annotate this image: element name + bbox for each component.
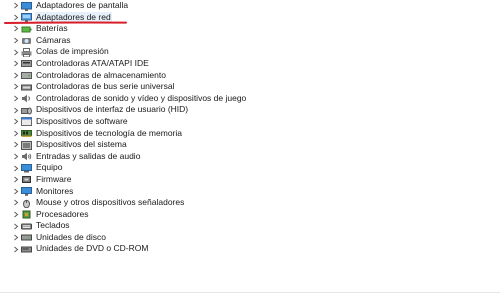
- device-category-row[interactable]: Firmware: [0, 174, 500, 186]
- device-category-label: Teclados: [36, 220, 70, 231]
- chevron-right-icon[interactable]: [12, 243, 20, 255]
- chevron-right-icon[interactable]: [12, 209, 20, 221]
- chevron-right-icon[interactable]: [12, 162, 20, 174]
- device-category-row[interactable]: Cámaras: [0, 35, 500, 47]
- chevron-right-icon[interactable]: [12, 186, 20, 198]
- chevron-right-icon[interactable]: [12, 35, 20, 47]
- device-category-label: Equipo: [36, 162, 63, 173]
- chevron-right-icon[interactable]: [12, 128, 20, 140]
- device-category-row[interactable]: Unidades de DVD o CD-ROM: [0, 243, 500, 255]
- chevron-right-icon[interactable]: [12, 220, 20, 232]
- device-category-label: Baterías: [36, 23, 68, 34]
- device-category-label: Dispositivos de tecnología de memoria: [36, 127, 182, 138]
- device-category-row[interactable]: Equipo: [0, 162, 500, 174]
- device-category-row[interactable]: Baterías: [0, 23, 500, 35]
- device-category-row[interactable]: Controladoras de almacenamiento: [0, 70, 500, 82]
- mouse-icon: [21, 199, 32, 208]
- keyboard-icon: [21, 222, 32, 231]
- device-category-row[interactable]: Mouse y otros dispositivos señaladores: [0, 197, 500, 209]
- hid-icon: [21, 106, 32, 115]
- chevron-right-icon[interactable]: [12, 174, 20, 186]
- device-category-label: Cámaras: [36, 34, 71, 45]
- device-category-row[interactable]: Monitores: [0, 186, 500, 198]
- software-device-icon: [21, 117, 32, 127]
- chevron-right-icon[interactable]: [12, 197, 20, 209]
- chevron-right-icon[interactable]: [12, 23, 20, 35]
- device-category-row[interactable]: Dispositivos de interfaz de usuario (HID…: [0, 104, 500, 116]
- chevron-right-icon[interactable]: [12, 93, 20, 105]
- device-category-row[interactable]: Unidades de disco: [0, 232, 500, 244]
- device-category-label: Mouse y otros dispositivos señaladores: [36, 197, 185, 208]
- device-category-label: Unidades de disco: [36, 231, 106, 242]
- chevron-right-icon[interactable]: [12, 139, 20, 151]
- device-category-row[interactable]: Dispositivos de software: [0, 116, 500, 128]
- device-tree: Adaptadores de pantalla Adaptadores de re…: [0, 0, 500, 293]
- device-category-row[interactable]: Dispositivos de tecnología de memoria: [0, 128, 500, 140]
- chevron-right-icon[interactable]: [12, 70, 20, 82]
- device-category-label: Controladoras ATA/ATAPI IDE: [36, 57, 149, 68]
- device-category-label: Controladoras de sonido y vídeo y dispos…: [36, 92, 247, 103]
- device-category-label: Firmware: [36, 173, 72, 184]
- device-category-label: Unidades de DVD o CD-ROM: [36, 243, 149, 254]
- monitor-icon: [21, 187, 32, 196]
- device-tree-rows: Adaptadores de pantalla Adaptadores de re…: [0, 0, 500, 255]
- device-category-label: Procesadores: [36, 208, 89, 219]
- device-category-label: Adaptadores de pantalla: [36, 0, 129, 10]
- device-category-row[interactable]: Controladoras de bus serie universal: [0, 81, 500, 93]
- storage-controller-icon: [21, 71, 32, 80]
- chevron-right-icon[interactable]: [12, 116, 20, 128]
- device-category-row[interactable]: Teclados: [0, 220, 500, 232]
- device-category-label: Entradas y salidas de audio: [36, 150, 141, 161]
- device-category-row[interactable]: Adaptadores de pantalla: [0, 0, 500, 12]
- device-category-label: Dispositivos de interfaz de usuario (HID…: [36, 104, 189, 115]
- chevron-right-icon[interactable]: [12, 81, 20, 93]
- chevron-right-icon[interactable]: [12, 232, 20, 244]
- computer-icon: [21, 163, 32, 173]
- device-category-label: Dispositivos del sistema: [36, 139, 127, 150]
- red-annotation-underline: [4, 21, 127, 24]
- processor-icon: [21, 210, 32, 219]
- device-category-label: Colas de impresión: [36, 46, 109, 57]
- device-category-row[interactable]: Controladoras ATA/ATAPI IDE: [0, 58, 500, 70]
- disk-drive-icon: [21, 233, 32, 242]
- battery-icon: [21, 25, 32, 34]
- printer-icon: [21, 47, 32, 58]
- chevron-right-icon[interactable]: [12, 151, 20, 163]
- device-category-row[interactable]: Colas de impresión: [0, 46, 500, 58]
- chevron-right-icon[interactable]: [12, 46, 20, 58]
- memory-icon: [21, 129, 32, 138]
- camera-icon: [21, 36, 32, 45]
- audio-io-icon: [21, 152, 32, 161]
- device-category-row[interactable]: Controladoras de sonido y vídeo y dispos…: [0, 93, 500, 105]
- device-category-row[interactable]: Entradas y salidas de audio: [0, 151, 500, 163]
- firmware-icon: [21, 175, 32, 184]
- device-category-label: Monitores: [36, 185, 74, 196]
- dvd-drive-icon: [21, 245, 32, 254]
- ide-controller-icon: [21, 59, 32, 68]
- chevron-right-icon[interactable]: [12, 104, 20, 116]
- sound-icon: [21, 94, 32, 103]
- display-adapter-icon: [21, 1, 32, 11]
- device-category-label: Controladoras de bus serie universal: [36, 81, 175, 92]
- usb-controller-icon: [21, 83, 32, 92]
- device-category-row[interactable]: Dispositivos del sistema: [0, 139, 500, 151]
- chevron-right-icon[interactable]: [12, 0, 20, 12]
- system-device-icon: [21, 140, 32, 150]
- chevron-right-icon[interactable]: [12, 58, 20, 70]
- bottom-divider: [0, 292, 500, 293]
- device-category-label: Controladoras de almacenamiento: [36, 69, 166, 80]
- device-category-label: Dispositivos de software: [36, 115, 128, 126]
- device-category-row[interactable]: Procesadores: [0, 209, 500, 221]
